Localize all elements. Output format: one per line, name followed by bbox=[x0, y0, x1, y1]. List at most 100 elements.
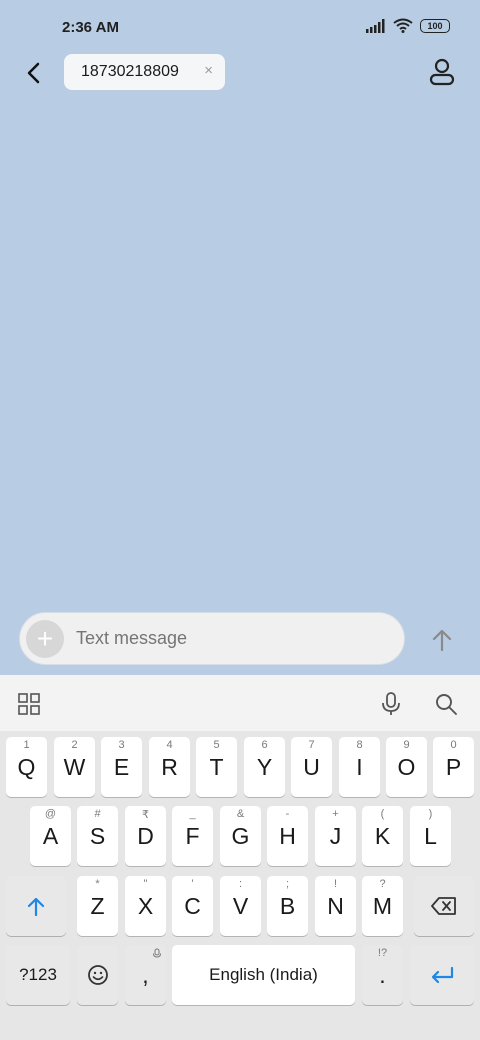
status-time: 2:36 AM bbox=[62, 19, 119, 36]
contact-button[interactable] bbox=[426, 56, 458, 88]
key-label: L bbox=[424, 822, 437, 849]
key-hint: 8 bbox=[356, 739, 363, 751]
key-hint: : bbox=[238, 878, 243, 890]
key-label: A bbox=[42, 822, 59, 849]
enter-key[interactable] bbox=[410, 945, 474, 1005]
message-input[interactable] bbox=[76, 628, 376, 649]
key-hint: @ bbox=[44, 808, 57, 820]
key-label: W bbox=[63, 753, 86, 780]
emoji-icon bbox=[87, 965, 108, 985]
attach-button[interactable]: + bbox=[26, 620, 64, 658]
key-e[interactable]: 3E bbox=[101, 737, 142, 797]
key-label: U bbox=[303, 753, 320, 780]
key-k[interactable]: (K bbox=[362, 806, 403, 866]
search-icon bbox=[436, 694, 457, 715]
key-v[interactable]: :V bbox=[220, 876, 261, 936]
key-hint: 0 bbox=[450, 739, 457, 751]
key-label: B bbox=[279, 892, 296, 919]
key-d[interactable]: ₹ D bbox=[125, 806, 166, 866]
key-q[interactable]: 1Q bbox=[6, 737, 47, 797]
emoji-key[interactable] bbox=[77, 945, 118, 1005]
key-hint: 5 bbox=[213, 739, 220, 751]
key-x[interactable]: " X bbox=[125, 876, 166, 936]
key-label: X bbox=[137, 892, 154, 919]
key-g[interactable]: & G bbox=[220, 806, 261, 866]
key-label: I bbox=[356, 753, 363, 780]
key-hint: ) bbox=[428, 808, 433, 820]
key-p[interactable]: 0P bbox=[433, 737, 474, 797]
backspace-key[interactable] bbox=[414, 876, 474, 936]
backspace-icon bbox=[431, 897, 456, 915]
key-hint: - bbox=[285, 808, 290, 820]
mic-hint-icon bbox=[153, 948, 161, 958]
key-hint: " bbox=[143, 878, 148, 890]
recipient-number: 18730218809 bbox=[81, 63, 179, 80]
key-label: Z bbox=[90, 892, 105, 919]
key-j[interactable]: + J bbox=[315, 806, 356, 866]
key-label: C bbox=[184, 892, 201, 919]
key-z[interactable]: * Z bbox=[77, 876, 118, 936]
key-l[interactable]: ) L bbox=[410, 806, 451, 866]
key-hint: * bbox=[95, 878, 100, 890]
key-a[interactable]: @ A bbox=[30, 806, 71, 866]
voice-input-button[interactable] bbox=[380, 691, 402, 722]
key-hint: 6 bbox=[261, 739, 268, 751]
key-hint: ; bbox=[285, 878, 290, 890]
grid-icon bbox=[18, 693, 40, 715]
key-label: O bbox=[397, 753, 416, 780]
keyboard-menu-button[interactable] bbox=[18, 693, 40, 720]
space-key[interactable]: English (India) bbox=[172, 945, 355, 1005]
key-c[interactable]: ' C bbox=[172, 876, 213, 936]
key-label: P bbox=[445, 753, 462, 780]
enter-icon bbox=[431, 966, 454, 984]
status-bar: 2:36 AM 100 bbox=[0, 0, 480, 56]
key-hint: 9 bbox=[403, 739, 410, 751]
signal-icon bbox=[366, 18, 385, 33]
key-f[interactable]: _ F bbox=[172, 806, 213, 866]
recipient-chip[interactable]: 18730218809 × bbox=[64, 54, 225, 90]
keyboard-search-button[interactable] bbox=[434, 692, 458, 721]
key-label: Q bbox=[17, 753, 36, 780]
key-t[interactable]: 5T bbox=[196, 737, 237, 797]
period-key-hint: !? bbox=[377, 947, 388, 959]
key-label: F bbox=[185, 822, 200, 849]
key-m[interactable]: ? M bbox=[362, 876, 403, 936]
key-label: J bbox=[329, 822, 342, 849]
key-hint: ? bbox=[379, 878, 386, 890]
key-w[interactable]: 2W bbox=[54, 737, 95, 797]
comma-key[interactable]: , bbox=[125, 945, 166, 1005]
key-label: H bbox=[279, 822, 296, 849]
wifi-icon bbox=[393, 18, 413, 33]
key-y[interactable]: 6Y bbox=[244, 737, 285, 797]
key-o[interactable]: 9O bbox=[386, 737, 427, 797]
send-arrow-icon bbox=[432, 629, 452, 652]
key-b[interactable]: ; B bbox=[267, 876, 308, 936]
key-hint: ( bbox=[380, 808, 385, 820]
key-label: R bbox=[161, 753, 178, 780]
symbols-key[interactable]: ?123 bbox=[6, 945, 70, 1005]
key-hint: 2 bbox=[71, 739, 78, 751]
key-r[interactable]: 4R bbox=[149, 737, 190, 797]
period-key[interactable]: !?. bbox=[362, 945, 403, 1005]
key-s[interactable]: # S bbox=[77, 806, 118, 866]
compose-box: + bbox=[19, 612, 405, 665]
key-hint: ' bbox=[191, 878, 194, 890]
key-label: T bbox=[209, 753, 224, 780]
key-hint: 7 bbox=[308, 739, 315, 751]
key-n[interactable]: ! N bbox=[315, 876, 356, 936]
back-button[interactable] bbox=[18, 58, 48, 88]
key-label: K bbox=[374, 822, 391, 849]
key-label: M bbox=[372, 892, 393, 919]
keyboard-toolbar bbox=[0, 675, 480, 731]
key-h[interactable]: -H bbox=[267, 806, 308, 866]
key-i[interactable]: 8I bbox=[339, 737, 380, 797]
person-icon bbox=[429, 58, 455, 86]
key-hint: & bbox=[236, 808, 245, 820]
key-hint: 4 bbox=[166, 739, 173, 751]
key-label: Y bbox=[256, 753, 273, 780]
key-u[interactable]: 7U bbox=[291, 737, 332, 797]
send-button[interactable] bbox=[428, 626, 456, 654]
back-arrow-icon bbox=[27, 62, 40, 84]
shift-key[interactable] bbox=[6, 876, 66, 936]
chip-close-icon[interactable]: × bbox=[204, 62, 213, 79]
